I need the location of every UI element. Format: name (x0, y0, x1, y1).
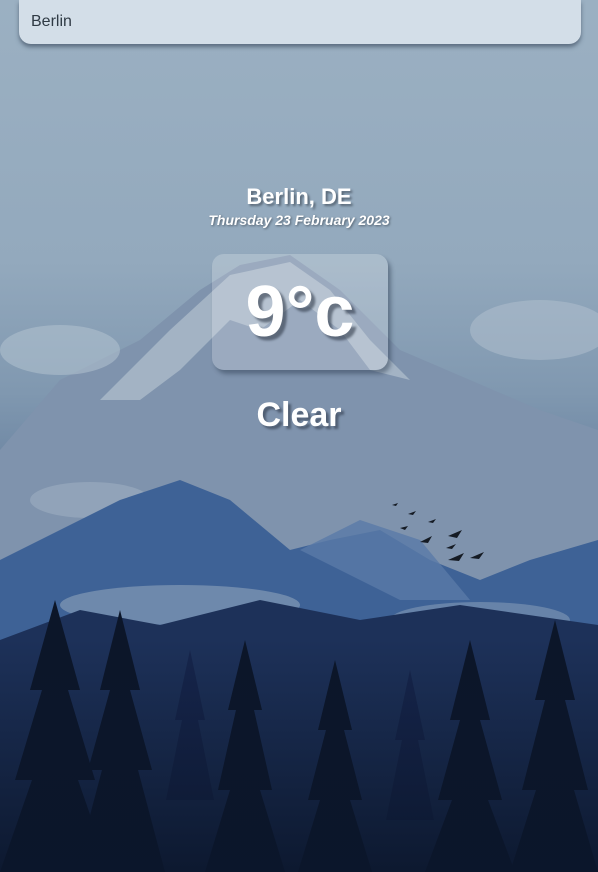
mountain-forest-background (0, 255, 598, 872)
location-label: Berlin, DE (246, 184, 352, 209)
weather-condition: Clear (256, 396, 342, 434)
date-label: Thursday 23 February 2023 (208, 212, 390, 228)
weather-app: Berlin, DE Thursday 23 February 2023 9°c… (0, 0, 598, 872)
city-search-input[interactable] (19, 0, 581, 44)
temperature-card: 9°c (212, 254, 388, 370)
temperature-value: 9°c (245, 272, 355, 352)
